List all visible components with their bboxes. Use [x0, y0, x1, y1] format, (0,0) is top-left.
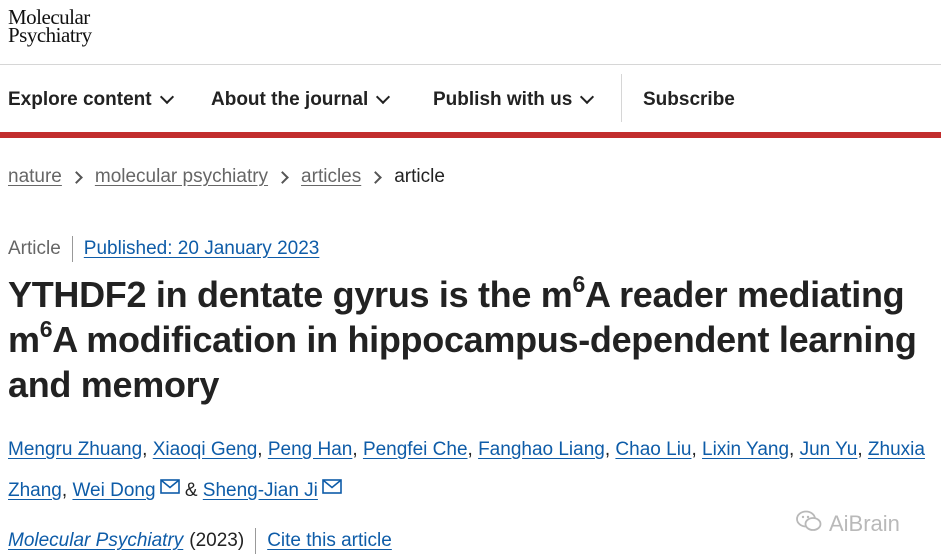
chevron-down-icon: [159, 89, 174, 105]
meta-divider: [71, 236, 73, 262]
nav-subscribe[interactable]: Subscribe: [643, 86, 735, 114]
author-list: Mengru Zhuang, Xiaoqi Geng, Peng Han, Pe…: [8, 430, 941, 510]
author-link[interactable]: Peng Han: [268, 439, 353, 460]
article-type: Article: [8, 238, 61, 259]
title-superscript-2: 6: [39, 316, 53, 342]
author-link[interactable]: Chao Liu: [615, 439, 691, 460]
title-part-4: A modification in hippocampus-dependent …: [52, 319, 917, 360]
logo-line-2: Psychiatry: [8, 23, 92, 47]
breadcrumb: nature molecular psychiatry articles art…: [8, 166, 445, 188]
author-ampersand: &: [184, 480, 198, 501]
watermark-text: AiBrain: [829, 511, 900, 536]
author-link[interactable]: Fanghao Liang: [478, 439, 605, 460]
title-superscript-1: 6: [572, 271, 586, 297]
author-link[interactable]: Wei Dong: [72, 480, 155, 501]
author-link[interactable]: Mengru Zhuang: [8, 439, 142, 460]
breadcrumb-articles[interactable]: articles: [301, 166, 361, 188]
nav-publish-label: Publish with us: [433, 89, 573, 110]
email-icon[interactable]: [322, 469, 342, 508]
journal-citation-line: Molecular Psychiatry (2023) Cite this ar…: [8, 528, 392, 554]
author-link[interactable]: Pengfei Che: [363, 439, 468, 460]
chevron-down-icon: [376, 89, 391, 105]
breadcrumb-molecular-psychiatry[interactable]: molecular psychiatry: [95, 166, 268, 188]
nav-divider: [621, 74, 622, 122]
nav-publish-with-us[interactable]: Publish with us: [433, 86, 595, 114]
wechat-icon: [795, 509, 823, 539]
breadcrumb-current: article: [394, 166, 445, 187]
author-link[interactable]: Sheng-Jian Ji: [203, 480, 318, 501]
cite-article-link[interactable]: Cite this article: [267, 530, 392, 552]
chevron-right-icon: [369, 170, 383, 184]
journal-logo[interactable]: Molecular Psychiatry: [8, 7, 92, 52]
title-part-3: m: [8, 319, 40, 360]
chevron-right-icon: [276, 170, 289, 184]
author-link[interactable]: Jun Yu: [800, 439, 858, 460]
title-part-2: A reader mediating: [585, 274, 905, 315]
main-nav: Explore content About the journal Publis…: [0, 74, 941, 128]
header-divider: [0, 64, 941, 65]
chevron-right-icon: [70, 170, 83, 184]
author-link[interactable]: Xiaoqi Geng: [153, 439, 258, 460]
author-link[interactable]: Lixin Yang: [702, 439, 789, 460]
nav-about-journal[interactable]: About the journal: [211, 86, 391, 114]
nav-about-label: About the journal: [211, 89, 369, 110]
title-part-5: and memory: [8, 364, 220, 405]
article-title: YTHDF2 in dentate gyrus is the m6A reade…: [8, 272, 938, 407]
nav-subscribe-label: Subscribe: [643, 89, 735, 110]
nav-explore-label: Explore content: [8, 89, 152, 110]
journal-name-link[interactable]: Molecular Psychiatry: [8, 530, 183, 552]
publication-year: (2023): [189, 530, 245, 551]
article-meta: Article Published: 20 January 2023: [8, 236, 319, 262]
published-date-link[interactable]: Published: 20 January 2023: [84, 238, 320, 260]
breadcrumb-nature[interactable]: nature: [8, 166, 62, 188]
watermark: AiBrain: [795, 509, 900, 539]
nav-explore-content[interactable]: Explore content: [8, 86, 174, 114]
accent-bar: [0, 132, 941, 138]
citation-divider: [255, 528, 257, 554]
chevron-down-icon: [580, 89, 595, 105]
title-part-1: YTHDF2 in dentate gyrus is the m: [8, 274, 573, 315]
email-icon[interactable]: [159, 469, 180, 508]
